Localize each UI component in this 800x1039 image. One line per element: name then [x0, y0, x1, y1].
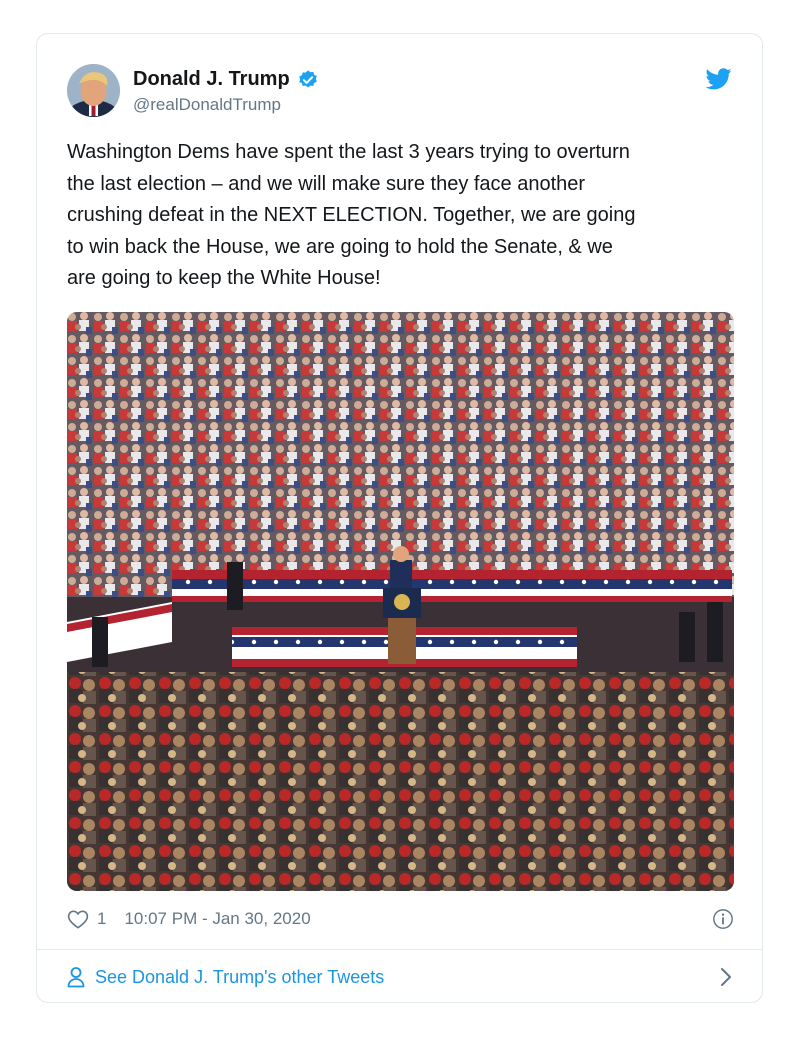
user-handle[interactable]: @realDonaldTrump [133, 95, 319, 115]
chevron-right-icon[interactable] [720, 967, 732, 987]
tweet-meta: 1 10:07 PM - Jan 30, 2020 [67, 905, 734, 933]
author-names: Donald J. Trump @realDonaldTrump [133, 68, 319, 115]
tweet-text: Washington Dems have spent the last 3 ye… [67, 141, 636, 289]
embedded-tweet-card: Donald J. Trump @realDonaldTrump Washing… [36, 33, 763, 1003]
person-icon [67, 966, 85, 988]
display-name[interactable]: Donald J. Trump [133, 68, 290, 91]
heart-icon[interactable] [67, 909, 89, 929]
avatar[interactable] [67, 64, 120, 117]
tweet-photo[interactable] [67, 312, 734, 891]
see-other-tweets-label[interactable]: See Donald J. Trump's other Tweets [95, 967, 384, 988]
like-count[interactable]: 1 [97, 909, 106, 929]
tweet-timestamp[interactable]: 10:07 PM - Jan 30, 2020 [124, 909, 310, 929]
footer-divider [37, 949, 762, 950]
verified-badge-icon [297, 69, 319, 91]
see-other-tweets-link[interactable]: See Donald J. Trump's other Tweets [67, 963, 734, 991]
twitter-bird-icon[interactable] [705, 68, 732, 90]
tweet-header: Donald J. Trump @realDonaldTrump [67, 64, 727, 120]
info-icon[interactable] [712, 908, 734, 930]
